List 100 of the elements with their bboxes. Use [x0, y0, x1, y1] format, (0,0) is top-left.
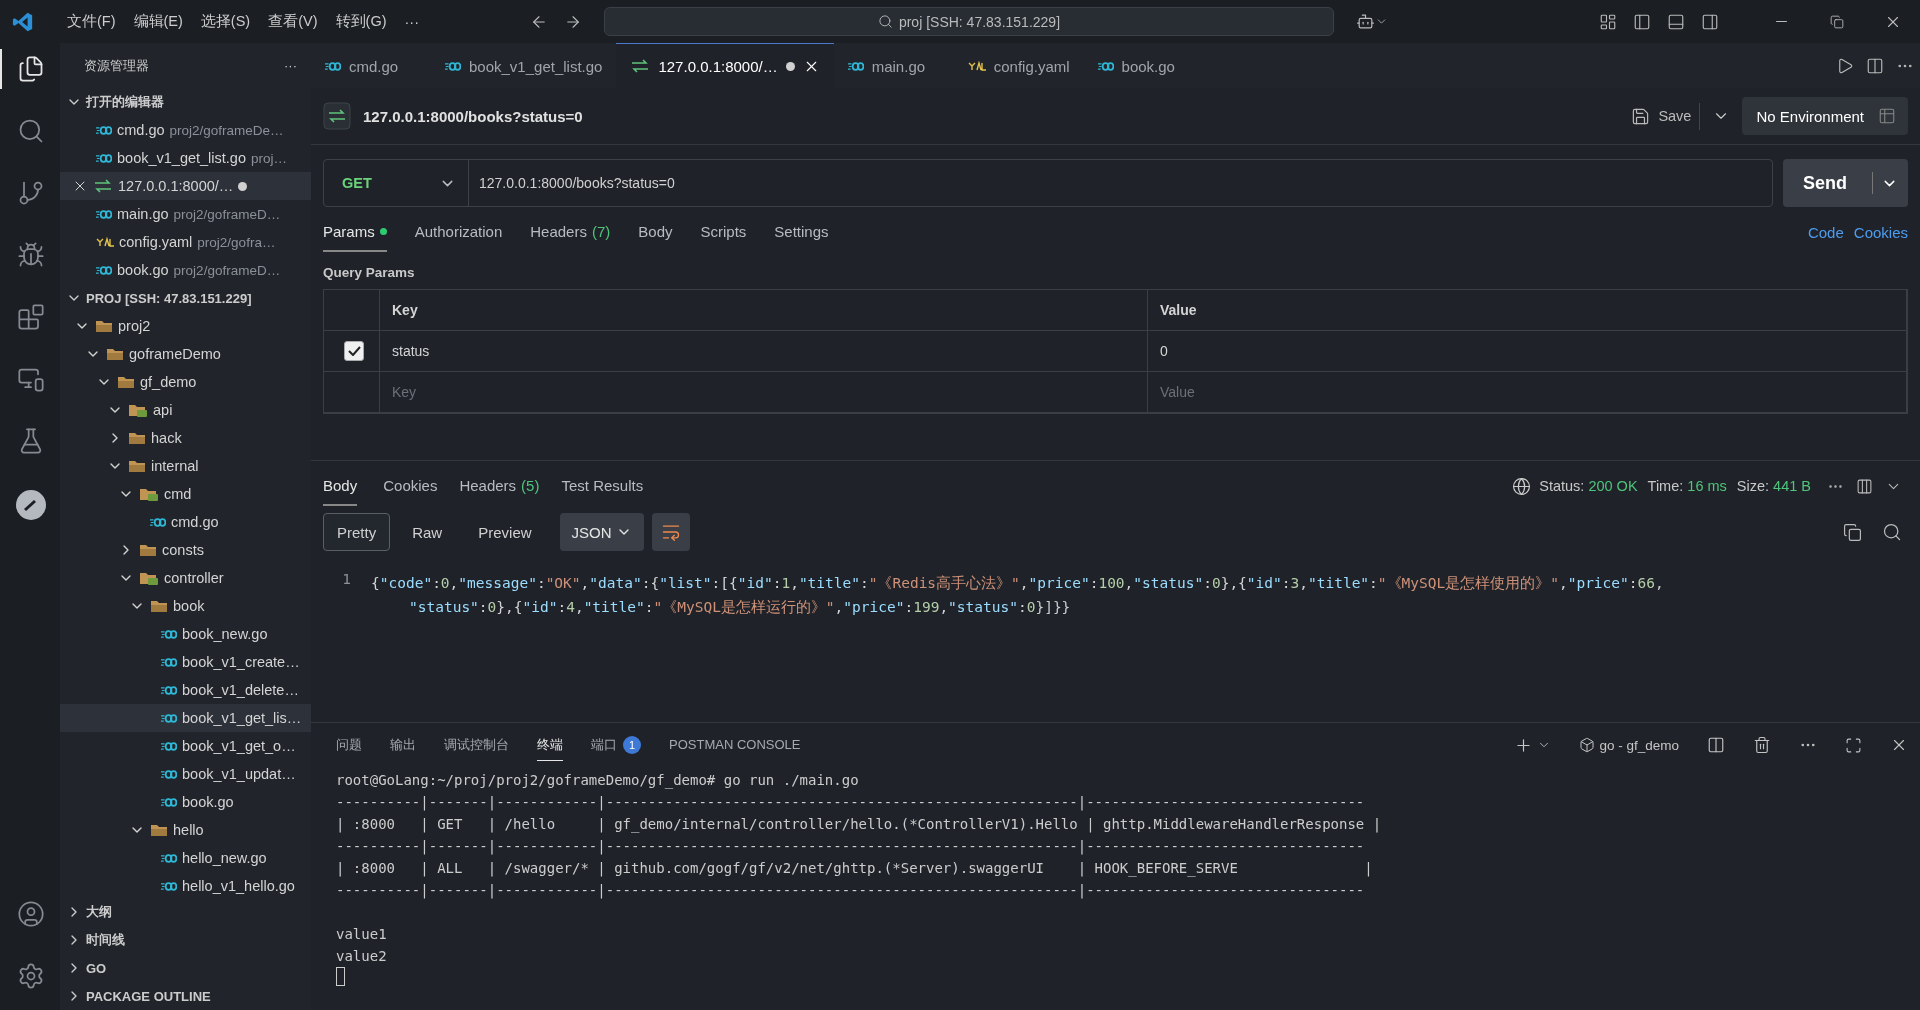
panel-left-icon[interactable]: [1633, 12, 1651, 31]
file-item[interactable]: book_v1_get_lis…: [60, 704, 311, 732]
section-header[interactable]: PACKAGE OUTLINE: [60, 982, 311, 1010]
folder-item[interactable]: proj2: [60, 312, 311, 340]
split-editor-icon[interactable]: [1866, 56, 1884, 75]
explorer-icon[interactable]: [17, 55, 45, 83]
file-item[interactable]: book.go: [60, 788, 311, 816]
environment-selector[interactable]: No Environment: [1742, 97, 1908, 135]
debug-icon[interactable]: [17, 241, 45, 269]
folder-item[interactable]: api: [60, 396, 311, 424]
panel-bottom-icon[interactable]: [1667, 12, 1685, 31]
extensions-icon[interactable]: [17, 303, 45, 331]
section-header[interactable]: 时间线: [60, 926, 311, 954]
copy-icon[interactable]: [1843, 522, 1862, 542]
terminal-selector[interactable]: go - gf_demo: [1579, 737, 1679, 753]
open-editor-item[interactable]: book_v1_get_list.go proj…: [60, 144, 311, 172]
menu-item[interactable]: 编辑(E): [126, 8, 190, 35]
folder-item[interactable]: book: [60, 592, 311, 620]
panel-tab[interactable]: 调试控制台: [444, 729, 509, 761]
source-control-icon[interactable]: [17, 179, 45, 207]
account-icon[interactable]: [17, 900, 45, 928]
section-header[interactable]: PROJ [SSH: 47.83.151.229]: [60, 284, 311, 312]
go-file-icon: [161, 713, 177, 723]
go-file-icon: [150, 517, 166, 527]
run-icon[interactable]: [1836, 56, 1854, 75]
folder-item[interactable]: consts: [60, 536, 311, 564]
folder-icon: [139, 486, 159, 502]
section-header[interactable]: 打开的编辑器: [60, 88, 311, 116]
layout-icon[interactable]: [1599, 12, 1617, 31]
folder-item[interactable]: gf_demo: [60, 368, 311, 396]
folder-item[interactable]: cmd: [60, 480, 311, 508]
menu-item[interactable]: 查看(V): [261, 8, 325, 35]
panel-tab[interactable]: 问题: [336, 729, 362, 761]
link[interactable]: Cookies: [1853, 223, 1908, 241]
link[interactable]: Code: [1807, 223, 1844, 241]
file-item[interactable]: book_v1_get_o…: [60, 732, 311, 760]
request-tab[interactable]: Headers (7): [530, 212, 611, 252]
menu-item[interactable]: 选择(S): [193, 8, 258, 35]
file-item[interactable]: book_new.go: [60, 620, 311, 648]
panel-tab[interactable]: 终端: [537, 729, 563, 761]
file-item[interactable]: book_v1_updat…: [60, 760, 311, 788]
request-tab[interactable]: Params: [323, 212, 387, 252]
split-terminal-icon[interactable]: [1707, 736, 1725, 754]
menu-item[interactable]: 文件(F): [60, 8, 123, 35]
view-button[interactable]: Pretty: [323, 513, 391, 551]
restore-icon[interactable]: [1830, 14, 1844, 29]
save-button[interactable]: Save: [1623, 102, 1701, 130]
wrap-button[interactable]: [651, 513, 690, 551]
folder-icon: [139, 543, 157, 557]
folder-item[interactable]: hack: [60, 424, 311, 452]
format-dropdown[interactable]: JSON: [559, 513, 644, 551]
file-item[interactable]: book_v1_create…: [60, 648, 311, 676]
send-button[interactable]: Send: [1783, 159, 1908, 207]
table-cell[interactable]: status: [380, 331, 1148, 372]
response-tab[interactable]: Body: [323, 466, 358, 506]
request-tab[interactable]: Scripts: [700, 212, 747, 252]
search-icon[interactable]: [17, 117, 45, 145]
panel-right-icon[interactable]: [1701, 12, 1719, 31]
table-cell[interactable]: 0: [1148, 331, 1907, 372]
open-editor-item[interactable]: config.yaml proj2/gofra…: [60, 228, 311, 256]
response-tab[interactable]: Headers (5): [459, 466, 540, 506]
folder-item[interactable]: internal: [60, 452, 311, 480]
maximize-icon[interactable]: [1845, 736, 1862, 754]
open-editor-item[interactable]: cmd.go proj2/goframeDe…: [60, 116, 311, 144]
terminal-line: value2: [336, 947, 388, 966]
folder-item[interactable]: goframeDemo: [60, 340, 311, 368]
file-item[interactable]: hello_new.go: [60, 844, 311, 872]
file-item[interactable]: book_v1_delete…: [60, 676, 311, 704]
panel-tab[interactable]: 端口 1: [591, 729, 641, 761]
more-button[interactable]: ···: [284, 58, 297, 73]
terminal-line: ----------|-------|------------|--------------------------------------------------------|---------------------------------: [336, 881, 1366, 901]
response-tab[interactable]: Test Results: [561, 466, 644, 506]
file-item[interactable]: cmd.go: [60, 508, 311, 536]
folder-item[interactable]: hello: [60, 816, 311, 844]
folder-item[interactable]: controller: [60, 564, 311, 592]
search-field[interactable]: proj [SSH: 47.83.151.229]: [604, 7, 1334, 36]
section-header[interactable]: 大纲: [60, 898, 311, 926]
file-item[interactable]: hello_v1_hello.go: [60, 872, 311, 898]
chat-icon[interactable]: [1356, 12, 1375, 31]
trash-icon[interactable]: [1753, 736, 1771, 754]
checkbox[interactable]: [344, 341, 364, 361]
open-editor-item[interactable]: main.go proj2/goframeD…: [60, 200, 311, 228]
open-editor-item[interactable]: 127.0.0.1:8000/…: [60, 172, 311, 200]
open-editor-item[interactable]: book.go proj2/goframeD…: [60, 256, 311, 284]
section-header[interactable]: GO: [60, 954, 311, 982]
request-tab[interactable]: Settings: [774, 212, 829, 252]
globe-icon: [1512, 476, 1532, 496]
search-icon[interactable]: [1882, 522, 1902, 542]
view-button[interactable]: Preview: [464, 513, 546, 551]
menu-item[interactable]: 转到(G): [328, 8, 394, 35]
url-field[interactable]: GET 127.0.0.1:8000/books?status=0: [323, 159, 1773, 207]
more-menu[interactable]: ···: [397, 9, 426, 34]
view-button[interactable]: Raw: [398, 513, 457, 551]
response-tab[interactable]: Cookies: [383, 466, 438, 506]
request-tab[interactable]: Authorization: [414, 212, 503, 252]
settings-icon[interactable]: [17, 962, 45, 990]
layout-icon[interactable]: [1856, 477, 1873, 495]
panel-tab[interactable]: POSTMAN CONSOLE: [669, 731, 801, 759]
panel-tab[interactable]: 输出: [390, 729, 416, 761]
request-tab[interactable]: Body: [638, 212, 673, 252]
